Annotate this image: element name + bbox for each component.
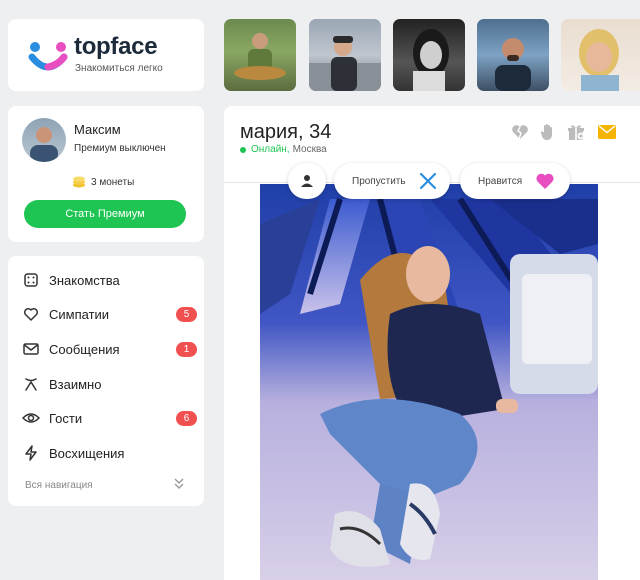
city-label: Москва bbox=[292, 144, 327, 155]
dice-icon bbox=[22, 271, 40, 289]
mutual-icon bbox=[22, 375, 40, 393]
notification-badge: 5 bbox=[176, 306, 197, 322]
coins-balance[interactable]: 3 монеты bbox=[72, 176, 134, 188]
thumbnail-4[interactable] bbox=[477, 19, 549, 91]
notification-badge: 6 bbox=[176, 410, 197, 426]
online-dot bbox=[240, 146, 246, 153]
navigation-card: Знакомства Симпатии 5 Сообщения 1 Взаимн… bbox=[8, 256, 204, 506]
coins-label: 3 монеты bbox=[91, 176, 135, 188]
heart-icon bbox=[22, 305, 40, 323]
user-card: Максим Премиум выключен 3 монеты Стать П… bbox=[8, 106, 204, 242]
view-profile-button[interactable] bbox=[288, 163, 326, 199]
nav-item-soobshcheniya[interactable]: Сообщения 1 bbox=[8, 334, 204, 364]
nav-label: Знакомства bbox=[49, 272, 120, 288]
nav-item-simpatii[interactable]: Симпатии 5 bbox=[8, 299, 204, 329]
chevron-down-icon[interactable] bbox=[172, 476, 186, 490]
nav-item-gosti[interactable]: Гости 6 bbox=[8, 403, 204, 433]
brand-name: topface bbox=[74, 33, 158, 60]
hand-button[interactable] bbox=[538, 122, 558, 142]
block-user-button[interactable] bbox=[510, 122, 530, 142]
hand-icon bbox=[540, 124, 552, 140]
nav-label: Восхищения bbox=[49, 445, 125, 461]
user-name[interactable]: Максим bbox=[74, 122, 121, 137]
logo-card[interactable]: topface Знакомиться легко bbox=[8, 19, 204, 91]
like-label: Нравится bbox=[478, 175, 523, 187]
broken-heart-icon bbox=[512, 125, 528, 140]
woman-bw-photo-icon bbox=[413, 29, 449, 91]
message-button[interactable] bbox=[597, 122, 617, 142]
skip-label: Пропустить bbox=[352, 175, 406, 187]
notification-badge: 1 bbox=[176, 341, 197, 357]
topface-logo-icon bbox=[28, 42, 68, 71]
thumbnail-2[interactable] bbox=[309, 19, 381, 91]
all-navigation-link[interactable]: Вся навигация bbox=[25, 480, 93, 491]
man-with-fish-photo-icon bbox=[234, 33, 286, 80]
man-in-cap-photo-icon bbox=[309, 36, 381, 91]
eye-icon bbox=[22, 409, 40, 427]
blonde-woman-photo-icon bbox=[579, 29, 619, 91]
nav-item-vzaimno[interactable]: Взаимно bbox=[8, 369, 204, 399]
envelope-filled-icon bbox=[598, 125, 616, 139]
user-avatar-icon bbox=[30, 127, 58, 162]
heart-filled-icon bbox=[536, 173, 554, 189]
lightning-icon bbox=[22, 444, 40, 462]
close-icon bbox=[419, 172, 437, 190]
nav-label: Сообщения bbox=[49, 341, 120, 357]
profile-name-age: мария, 34 bbox=[240, 121, 332, 143]
thumbnail-5[interactable] bbox=[561, 19, 640, 91]
person-icon bbox=[301, 175, 313, 187]
premium-status: Премиум выключен bbox=[74, 143, 166, 154]
like-button[interactable]: Нравится bbox=[460, 163, 570, 199]
online-label: Онлайн, bbox=[251, 144, 290, 155]
become-premium-button[interactable]: Стать Премиум bbox=[24, 200, 186, 228]
gift-icon bbox=[568, 125, 585, 140]
thumbnail-1[interactable] bbox=[224, 19, 296, 91]
nav-label: Взаимно bbox=[49, 376, 102, 392]
envelope-icon bbox=[22, 340, 40, 358]
thumbnail-3[interactable] bbox=[393, 19, 465, 91]
bowling-alley-photo-icon bbox=[260, 184, 598, 580]
nav-label: Симпатии bbox=[49, 306, 110, 322]
man-with-beard-photo-icon bbox=[495, 38, 531, 91]
profile-photo[interactable] bbox=[260, 184, 598, 580]
gift-button[interactable] bbox=[566, 122, 586, 142]
nav-item-znakomstva[interactable]: Знакомства bbox=[8, 265, 204, 295]
coins-icon bbox=[73, 176, 85, 188]
profile-status: Онлайн, Москва bbox=[240, 144, 327, 155]
nav-label: Гости bbox=[49, 410, 83, 426]
brand-tagline: Знакомиться легко bbox=[75, 63, 163, 74]
nav-item-voskhishcheniya[interactable]: Восхищения bbox=[8, 438, 204, 468]
skip-button[interactable]: Пропустить bbox=[334, 163, 450, 199]
avatar[interactable] bbox=[22, 118, 66, 162]
